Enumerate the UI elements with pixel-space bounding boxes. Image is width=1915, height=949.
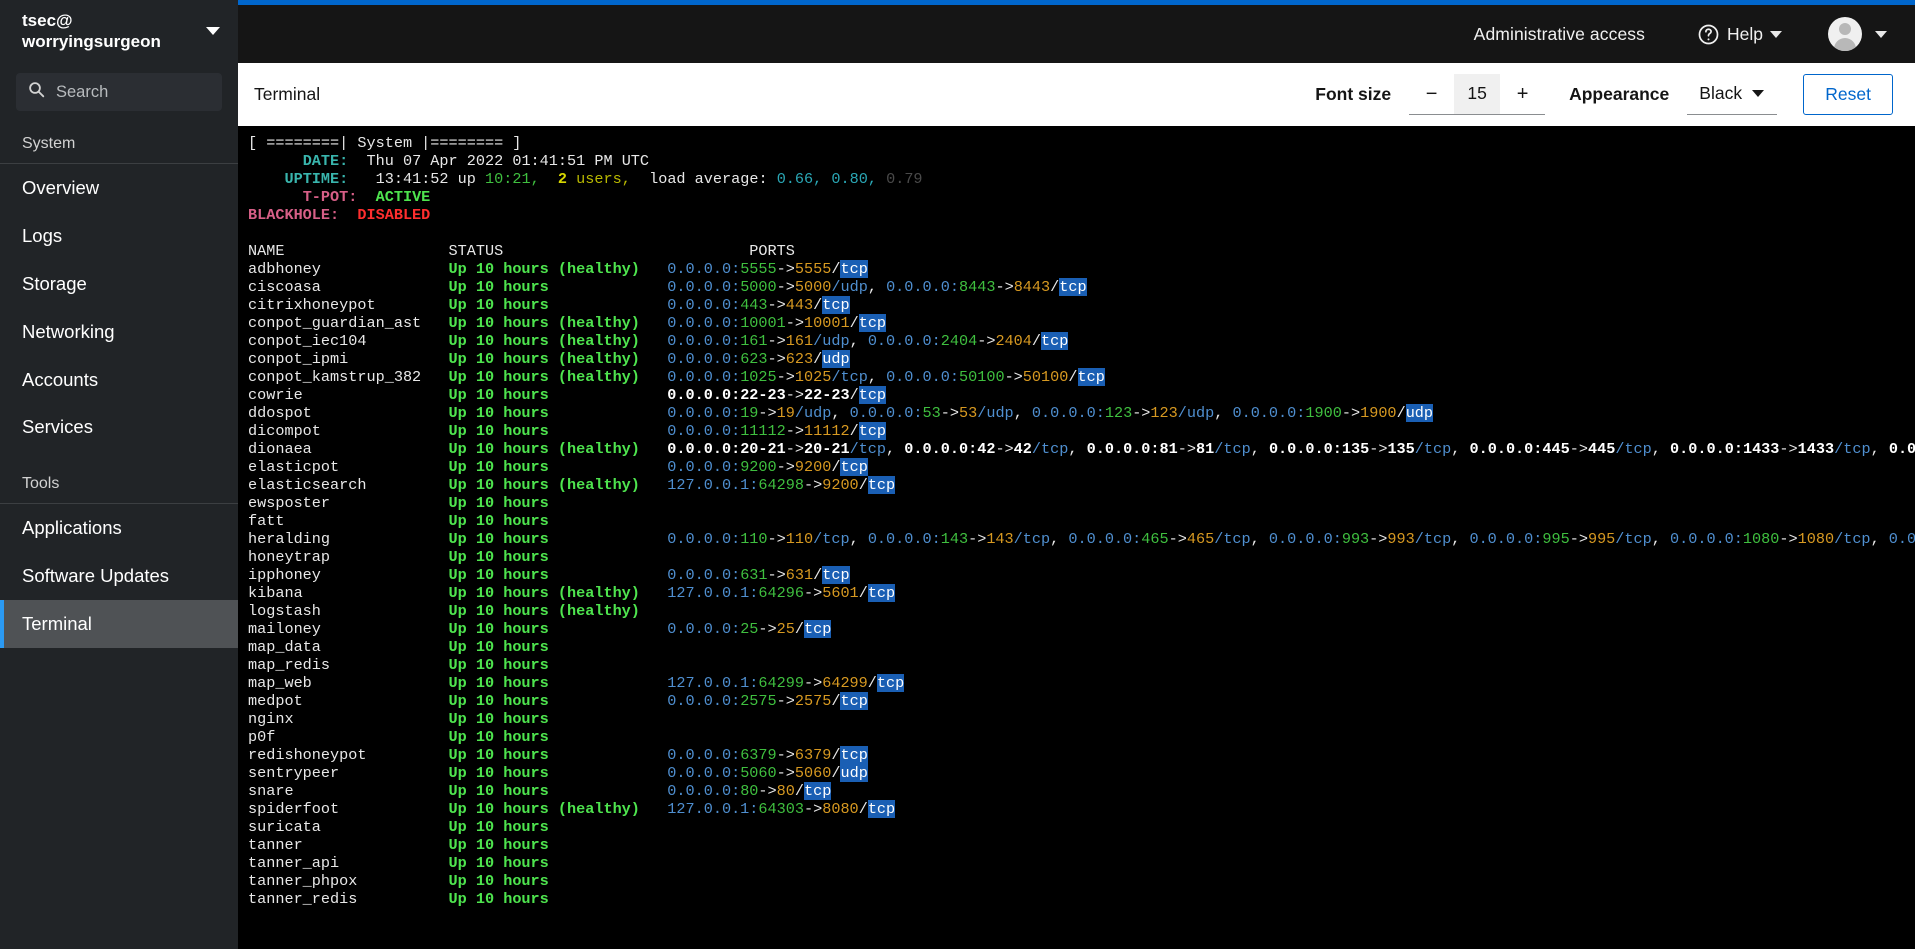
sidebar-item-applications[interactable]: Applications <box>0 504 238 552</box>
font-size-decrease-button[interactable]: − <box>1409 73 1455 115</box>
chevron-down-icon <box>1875 30 1887 38</box>
search-input[interactable] <box>54 81 210 103</box>
font-size-stepper: − 15 + <box>1409 73 1546 115</box>
sidebar-item-overview[interactable]: Overview <box>0 164 238 212</box>
help-menu[interactable]: Help <box>1685 17 1794 52</box>
chevron-down-icon <box>206 27 220 35</box>
sidebar-item-storage[interactable]: Storage <box>0 260 238 308</box>
help-label: Help <box>1727 23 1763 44</box>
host-machine: worryingsurgeon <box>22 32 161 51</box>
search-box[interactable] <box>16 73 222 111</box>
sidebar: tsec@ worryingsurgeon System Overview Lo… <box>0 0 238 949</box>
host-user: tsec@ <box>22 10 73 30</box>
user-menu[interactable] <box>1822 13 1893 55</box>
sidebar-item-services[interactable]: Services <box>0 403 238 451</box>
top-accent-strip <box>238 0 1915 5</box>
sidebar-item-software-updates[interactable]: Software Updates <box>0 552 238 600</box>
appearance-select[interactable]: Black <box>1687 73 1778 115</box>
cockpit-app: tsec@ worryingsurgeon System Overview Lo… <box>0 0 1915 949</box>
appearance-selected-value: Black <box>1699 83 1743 103</box>
font-size-increase-button[interactable]: + <box>1500 73 1546 115</box>
nav-section-tools-label: Tools <box>22 475 60 493</box>
terminal-output-pane[interactable]: [ ========| System |======== ] DATE: Thu… <box>238 126 1915 949</box>
toolbar-controls: Font size − 15 + Appearance Black Reset <box>1315 73 1893 115</box>
reset-button[interactable]: Reset <box>1803 73 1893 115</box>
font-size-value: 15 <box>1454 73 1501 115</box>
masthead: Administrative access Help <box>238 5 1915 63</box>
sidebar-item-accounts[interactable]: Accounts <box>0 356 238 404</box>
search-icon <box>28 81 45 103</box>
search-container <box>0 63 238 125</box>
chevron-down-icon <box>1752 90 1765 97</box>
question-circle-icon <box>1697 23 1720 46</box>
sidebar-item-networking[interactable]: Networking <box>0 308 238 356</box>
avatar-icon <box>1828 17 1862 51</box>
host-switcher[interactable]: tsec@ worryingsurgeon <box>0 0 238 63</box>
administrative-access-button[interactable]: Administrative access <box>1460 18 1659 51</box>
terminal-text: [ ========| System |======== ] DATE: Thu… <box>248 134 1915 908</box>
page-title: Terminal <box>254 83 321 104</box>
terminal-toolbar: Terminal Font size − 15 + Appearance Bla… <box>238 63 1915 126</box>
nav-section-system-label: System <box>22 135 76 152</box>
appearance-label: Appearance <box>1569 83 1670 104</box>
sidebar-nav: System Overview Logs Storage Networking … <box>0 125 238 949</box>
sidebar-item-terminal[interactable]: Terminal <box>0 600 238 649</box>
host-labels: tsec@ worryingsurgeon <box>22 10 161 53</box>
chevron-down-icon <box>1770 30 1782 38</box>
font-size-label: Font size <box>1315 83 1392 104</box>
sidebar-item-logs[interactable]: Logs <box>0 212 238 260</box>
